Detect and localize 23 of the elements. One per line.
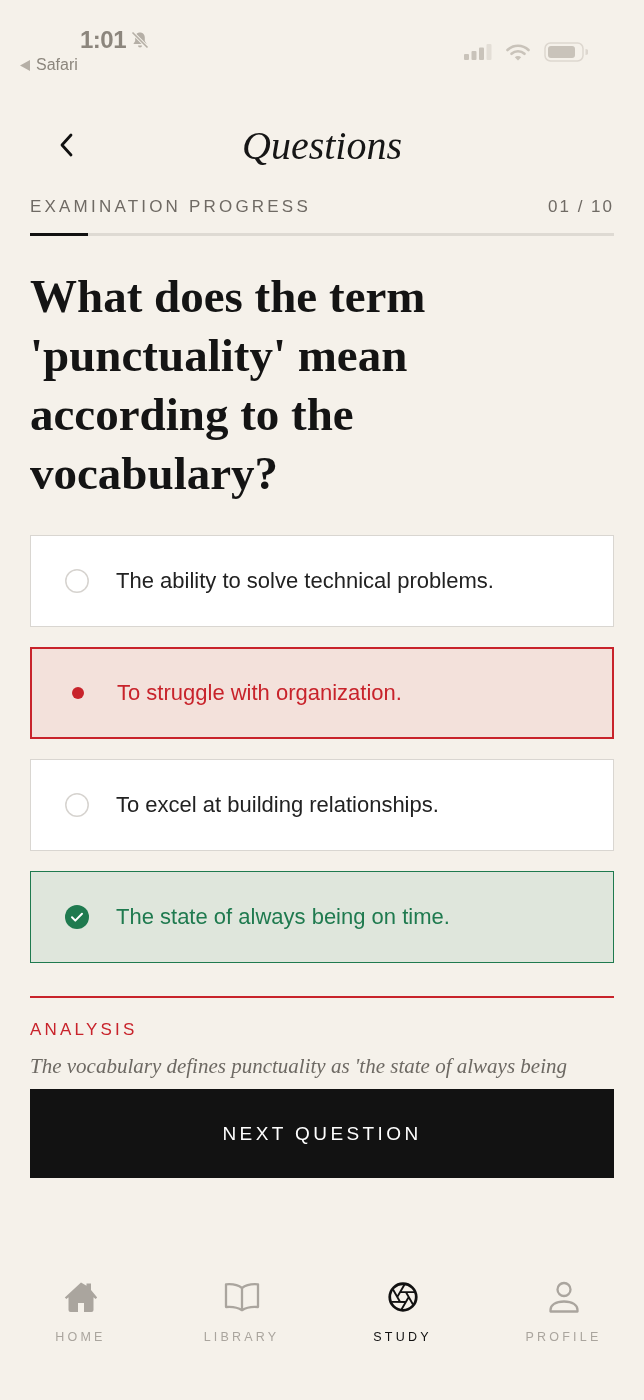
analysis-heading: ANALYSIS bbox=[30, 1020, 139, 1040]
status-time: 1:01 bbox=[80, 26, 127, 54]
answer-option[interactable]: To struggle with organization. bbox=[30, 647, 614, 739]
wifi-icon bbox=[506, 43, 530, 61]
chevron-left-icon bbox=[59, 133, 73, 157]
tab-item[interactable]: STUDY bbox=[322, 1281, 483, 1345]
back-to-app-link[interactable]: Safari bbox=[36, 56, 78, 74]
home-icon bbox=[63, 1281, 98, 1313]
muted-bell-icon bbox=[130, 30, 151, 50]
question-counter: 01 / 10 bbox=[548, 197, 614, 217]
analysis-text: The vocabulary defines punctuality as 'the state of always being bbox=[30, 1054, 568, 1078]
progress-label: EXAMINATION PROGRESS bbox=[30, 197, 311, 217]
page-title: Questions bbox=[242, 121, 402, 169]
person-icon bbox=[547, 1281, 580, 1313]
book-icon bbox=[223, 1281, 260, 1313]
battery-icon bbox=[544, 42, 588, 62]
next-question-button[interactable]: NEXT QUESTION bbox=[30, 1089, 614, 1178]
signal-icon bbox=[464, 44, 492, 60]
aperture-icon bbox=[387, 1281, 418, 1313]
answer-option[interactable]: The state of always being on time. bbox=[30, 871, 614, 963]
answer-option[interactable]: To excel at building relationships. bbox=[30, 759, 614, 851]
answer-option[interactable]: The ability to solve technical problems. bbox=[30, 535, 614, 627]
question-text: What does the term 'punctuality' mean according to the vocabulary? bbox=[30, 269, 427, 501]
